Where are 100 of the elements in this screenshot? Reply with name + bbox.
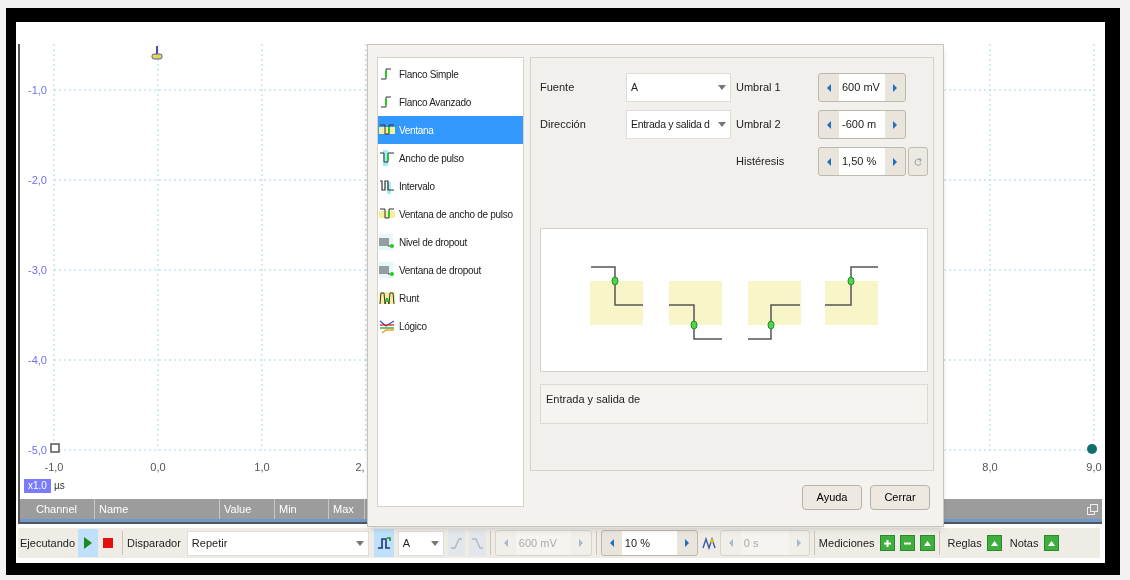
dropdown-value: A [631, 79, 638, 95]
value-field[interactable]: 1,50 % [839, 148, 885, 175]
window-crossing-drawing [590, 266, 644, 325]
list-item[interactable]: Runt [378, 284, 523, 312]
trigger-type-button[interactable] [373, 529, 394, 557]
list-item[interactable]: Flanco Avanzado [378, 88, 523, 116]
spin-box[interactable]: 10 % [600, 530, 698, 556]
expand-button[interactable] [919, 535, 935, 551]
waveform-icon [379, 150, 395, 166]
right-arrow-icon [576, 537, 585, 549]
restore-icon [1087, 504, 1098, 515]
spin-box[interactable]: 600 mV [818, 73, 906, 102]
waveform-icon [376, 536, 391, 550]
dropdown[interactable]: A [626, 73, 731, 102]
trigger-label: Disparador [127, 535, 182, 551]
item-label: Ancho de pulso [399, 151, 464, 166]
item-label: Ventana [399, 123, 434, 138]
play-button[interactable] [78, 529, 99, 557]
item-label: Ventana de dropout [399, 263, 481, 278]
list-item[interactable]: Ancho de pulso [378, 144, 523, 172]
list-item[interactable]: Intervalo [378, 172, 523, 200]
window-crossing-drawing [824, 266, 879, 325]
dot-marker-icon [1087, 444, 1097, 454]
axis-label: -3,0 [28, 264, 47, 276]
up-arrow-icon [922, 538, 932, 548]
axis-label: -2,0 [28, 174, 47, 186]
square-marker-icon [50, 443, 60, 453]
value-field[interactable]: 10 % [621, 531, 677, 555]
waveform-icon [379, 178, 395, 194]
axis-label: 2, [355, 461, 365, 473]
axis-label: -1,0 [44, 461, 64, 473]
dropdown-caret-icon [355, 540, 364, 546]
axis-label: -5,0 [28, 444, 47, 456]
value-field[interactable]: -600 m [839, 111, 885, 138]
right-arrow-icon [891, 118, 899, 131]
dropdown-caret-icon [718, 122, 726, 127]
waveform-icon [379, 290, 395, 306]
axis-label: 1,0 [254, 461, 270, 473]
trigger-marker-icon [151, 45, 163, 60]
axis-label: 8,0 [982, 461, 998, 473]
expand-button[interactable] [1043, 535, 1059, 551]
list-item[interactable]: Lógico [378, 312, 523, 340]
waveform-icon [701, 536, 716, 550]
description-text: Entrada y salida de [546, 393, 641, 405]
status-label: Ejecutando [19, 535, 77, 551]
item-label: Flanco Avanzado [399, 95, 472, 110]
dialog-button[interactable]: Cerrar [870, 485, 930, 510]
zoom-badge: x1.0 [24, 478, 51, 493]
axis-label: -4,0 [28, 354, 47, 366]
add-button[interactable] [879, 535, 895, 551]
right-arrow-icon [794, 537, 803, 549]
dropdown-value: Repetir [191, 535, 228, 551]
plus-icon [882, 538, 892, 548]
waveform-icon [379, 234, 395, 250]
right-arrow-icon [891, 81, 899, 94]
item-label: Lógico [399, 319, 427, 334]
rising-edge-icon [449, 536, 463, 550]
spin-box[interactable]: -600 m [818, 110, 906, 139]
item-label: Flanco Simple [399, 67, 459, 82]
list-item[interactable]: Nivel de dropout [378, 228, 523, 256]
dialog-button[interactable]: Ayuda [802, 485, 862, 510]
list-item[interactable]: Flanco Simple [378, 60, 523, 88]
dropdown[interactable]: Entrada y salida d [626, 110, 731, 139]
spin-box[interactable]: 1,50 % [818, 147, 906, 176]
falling-edge-icon [470, 536, 484, 550]
value-field[interactable]: 600 mV [839, 74, 885, 101]
right-arrow-icon [891, 155, 899, 168]
play-icon [84, 537, 93, 549]
rulers-label: Reglas [947, 535, 982, 551]
waveform-icon [379, 122, 395, 138]
unit-label: µs [53, 479, 65, 493]
item-label: Intervalo [399, 179, 435, 194]
dropdown-caret-icon [430, 540, 439, 546]
remove-button[interactable] [899, 535, 915, 551]
dropdown-caret-icon [718, 85, 726, 90]
field-label: Histéresis [736, 155, 785, 168]
item-label: Nivel de dropout [399, 235, 468, 250]
waveform-icon [379, 318, 395, 334]
waveform-icon [379, 206, 395, 222]
expand-button[interactable] [986, 535, 1002, 551]
list-item[interactable]: Ventana de dropout [378, 256, 523, 284]
notes-label: Notas [1009, 535, 1039, 551]
up-arrow-icon [989, 538, 999, 548]
field-label: Fuente [540, 81, 575, 94]
field-label: Dirección [540, 118, 586, 131]
axis-label: -1,0 [28, 84, 47, 96]
field-label: Umbral 1 [736, 81, 781, 94]
list-item[interactable]: Ventana de ancho de pulso [378, 200, 523, 228]
dropdown-value: A [402, 535, 411, 551]
measurements-label: Mediciones [818, 535, 875, 551]
right-arrow-icon [682, 537, 691, 549]
channel-dropdown[interactable]: A [397, 530, 444, 556]
reset-icon [914, 157, 922, 166]
axis-label: 0,0 [150, 461, 166, 473]
waveform-icon [379, 262, 395, 278]
window-crossing-drawing [668, 281, 723, 340]
axis-label: 9,0 [1086, 461, 1102, 473]
item-label: Ventana de ancho de pulso [399, 207, 513, 222]
trigger-mode-dropdown[interactable]: Repetir [186, 530, 369, 556]
window-crossing-drawing [747, 281, 801, 340]
